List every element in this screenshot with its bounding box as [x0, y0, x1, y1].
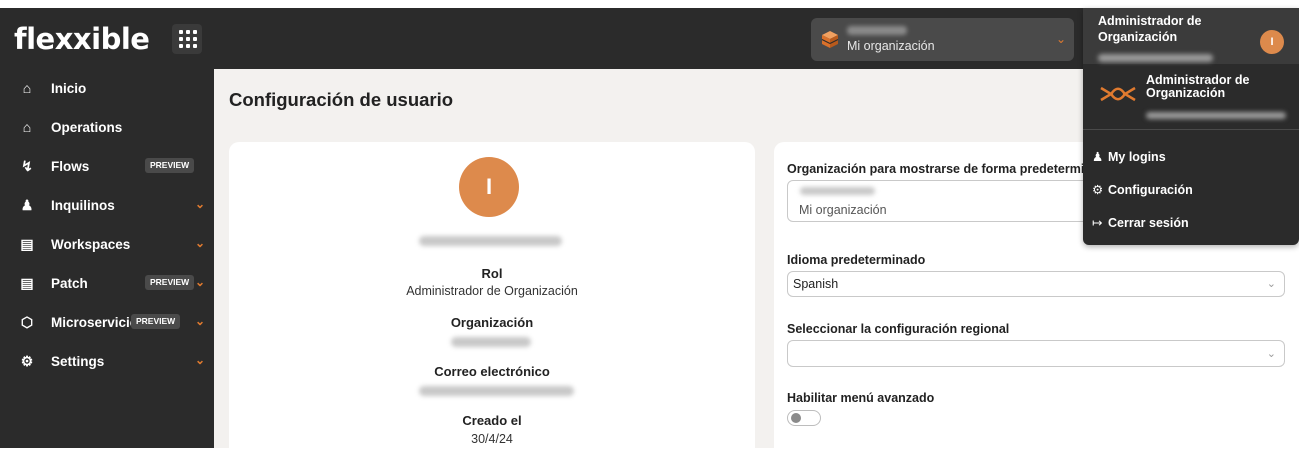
preview-badge: PREVIEW [131, 314, 181, 329]
user-name-redacted [419, 236, 562, 246]
advanced-menu-label: Habilitar menú avanzado [787, 391, 935, 405]
organization-value-redacted [451, 337, 531, 347]
gear-icon: ⚙ [1092, 183, 1104, 197]
menu-item-my-logins[interactable]: ♟ My logins [1092, 149, 1166, 164]
user-menu-header[interactable]: Administrador de Organización I [1083, 8, 1299, 64]
user-role: Administrador de Organización [1098, 14, 1202, 44]
sidebar-item-flows[interactable]: ↯ Flows PREVIEW [0, 148, 214, 186]
role-label: Rol [481, 266, 503, 281]
chevron-down-icon: ⌄ [195, 275, 206, 289]
chevron-down-icon: ⌄ [195, 353, 206, 367]
grid-icon[interactable] [172, 24, 202, 54]
default-organization-name-redacted [800, 187, 875, 195]
user-menu: Administrador de Organización I Administ… [1083, 8, 1299, 245]
organization-role: Administrador de Organización [1146, 73, 1250, 100]
sidebar: ⌂ Inicio ⌂ Operations ↯ Flows PREVIEW ♟ … [0, 69, 214, 448]
flow-icon: ↯ [21, 158, 33, 174]
sidebar-item-inicio[interactable]: ⌂ Inicio [0, 70, 214, 108]
preview-badge: PREVIEW [145, 275, 195, 290]
role-value: Administrador de Organización [406, 284, 578, 298]
chevron-down-icon: ⌄ [195, 314, 206, 328]
language-select[interactable]: Spanish ⌄ [787, 271, 1285, 297]
default-organization-label: Organización para mostrarse de forma pre… [787, 162, 1099, 176]
gear-icon: ⚙ [20, 353, 34, 369]
monitor-icon: ▤ [20, 236, 34, 252]
sidebar-item-microservicios[interactable]: ⬡ Microservicios PREVIEW ⌄ [0, 304, 214, 342]
chevron-down-icon: ⌄ [1266, 348, 1276, 360]
language-value: Spanish [793, 277, 839, 291]
chevron-down-icon: ⌄ [1055, 32, 1066, 46]
language-label: Idioma predeterminado [787, 253, 926, 267]
cube-stack-icon [821, 31, 839, 48]
user-icon: ♟ [1092, 150, 1104, 164]
default-organization-value: Mi organización [799, 203, 887, 217]
cube-icon: ⬡ [20, 314, 34, 330]
user-menu-organization: Administrador de Organización [1083, 64, 1299, 130]
menu-item-label: My logins [1108, 150, 1166, 164]
email-label: Correo electrónico [434, 364, 550, 379]
menu-item-label: Cerrar sesión [1108, 216, 1189, 230]
sidebar-item-label: Inquilinos [51, 198, 115, 213]
sidebar-item-operations[interactable]: ⌂ Operations [0, 109, 214, 147]
flexxible-mark-icon [1100, 86, 1136, 102]
preview-badge: PREVIEW [145, 158, 195, 173]
user-name-redacted [1098, 54, 1213, 62]
advanced-menu-toggle[interactable] [787, 410, 821, 426]
sidebar-item-label: Workspaces [51, 237, 131, 252]
organization-name-redacted [847, 26, 907, 35]
home-icon: ⌂ [22, 80, 32, 96]
clipboard-icon: ▤ [20, 275, 34, 291]
sidebar-item-label: Patch [51, 276, 88, 291]
chevron-down-icon: ⌄ [195, 197, 206, 211]
email-value-redacted [419, 386, 574, 396]
sidebar-item-inquilinos[interactable]: ♟ Inquilinos ⌄ [0, 187, 214, 225]
avatar: I [459, 157, 519, 217]
app-frame: flexxible Mi organización ⌄ ⌂ Inicio ⌂ O… [0, 8, 1299, 462]
sidebar-item-patch[interactable]: ▤ Patch PREVIEW ⌄ [0, 265, 214, 303]
sidebar-item-settings[interactable]: ⚙ Settings ⌄ [0, 343, 214, 381]
sidebar-item-label: Settings [51, 354, 105, 369]
brand-logo[interactable]: flexxible [14, 22, 150, 56]
avatar[interactable]: I [1260, 30, 1284, 54]
chevron-down-icon: ⌄ [1266, 278, 1276, 290]
regional-label: Seleccionar la configuración regional [787, 322, 1010, 336]
organization-selector[interactable]: Mi organización ⌄ [811, 18, 1074, 61]
sidebar-item-label: Operations [51, 120, 123, 135]
page-title: Configuración de usuario [229, 89, 454, 110]
organization-selector-value: Mi organización [847, 39, 935, 53]
regional-select[interactable]: ⌄ [787, 340, 1285, 367]
menu-item-cerrar-sesion[interactable]: ↦ Cerrar sesión [1092, 215, 1189, 230]
profile-card: I Rol Administrador de Organización Orga… [229, 142, 755, 462]
menu-item-label: Configuración [1108, 183, 1193, 197]
user-email-redacted [1146, 112, 1286, 119]
created-label: Creado el [462, 413, 522, 428]
logout-icon: ↦ [1092, 216, 1103, 230]
sidebar-item-label: Inicio [51, 81, 87, 96]
created-value: 30/4/24 [471, 432, 513, 446]
home-icon: ⌂ [22, 119, 32, 135]
sidebar-item-label: Flows [51, 159, 90, 174]
menu-item-configuracion[interactable]: ⚙ Configuración [1092, 182, 1193, 197]
organization-label: Organización [450, 315, 534, 330]
sidebar-item-workspaces[interactable]: ▤ Workspaces ⌄ [0, 226, 214, 264]
chevron-down-icon: ⌄ [195, 236, 206, 250]
users-icon: ♟ [20, 197, 34, 213]
